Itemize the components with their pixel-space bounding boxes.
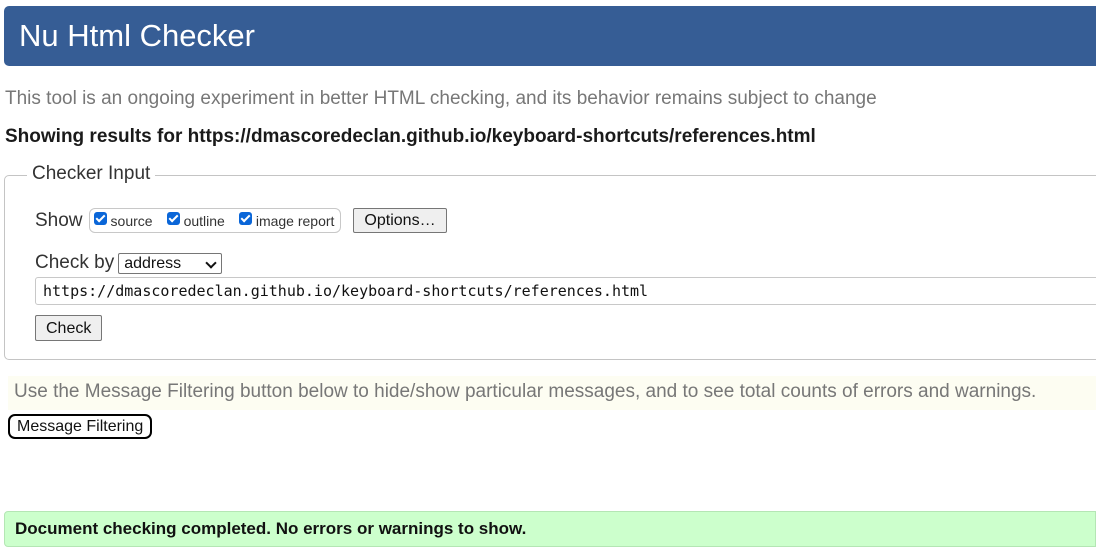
show-row: Show source outline image report Options… xyxy=(35,208,447,233)
image-report-checkbox[interactable]: image report xyxy=(238,212,335,229)
options-button[interactable]: Options… xyxy=(353,208,447,233)
outline-checkbox[interactable]: outline xyxy=(166,212,225,229)
filter-note: Use the Message Filtering button below t… xyxy=(8,376,1096,410)
checkbox-checked-icon[interactable] xyxy=(93,212,107,225)
url-input[interactable]: https://dmascoredeclan.github.io/keyboar… xyxy=(35,277,1096,305)
results-heading: Showing results for https://dmascoredecl… xyxy=(5,126,816,147)
check-by-select[interactable]: address xyxy=(118,252,223,274)
check-button[interactable]: Check xyxy=(35,315,103,341)
status-message: Document checking completed. No errors o… xyxy=(4,511,1096,547)
source-label: source xyxy=(110,212,153,229)
chevron-down-icon xyxy=(205,256,217,269)
app-title: Nu Html Checker xyxy=(19,18,255,53)
image-report-label: image report xyxy=(255,212,335,229)
checker-input-legend: Checker Input xyxy=(27,163,156,185)
check-by-row: Check by address xyxy=(35,252,223,274)
checkbox-checked-icon[interactable] xyxy=(166,212,180,225)
check-by-label: Check by xyxy=(35,252,115,273)
message-filtering-button[interactable]: Message Filtering xyxy=(8,414,153,439)
checkbox-checked-icon[interactable] xyxy=(238,212,252,225)
show-options-group: source outline image report xyxy=(88,208,342,233)
show-label: Show xyxy=(35,209,83,231)
check-by-value: address xyxy=(124,254,182,272)
intro-text: This tool is an ongoing experiment in be… xyxy=(5,88,877,109)
source-checkbox[interactable]: source xyxy=(93,212,153,229)
checker-input-fieldset: Checker Input Show source outline image … xyxy=(4,163,1096,360)
outline-label: outline xyxy=(183,212,225,229)
app-header: Nu Html Checker xyxy=(4,6,1096,66)
